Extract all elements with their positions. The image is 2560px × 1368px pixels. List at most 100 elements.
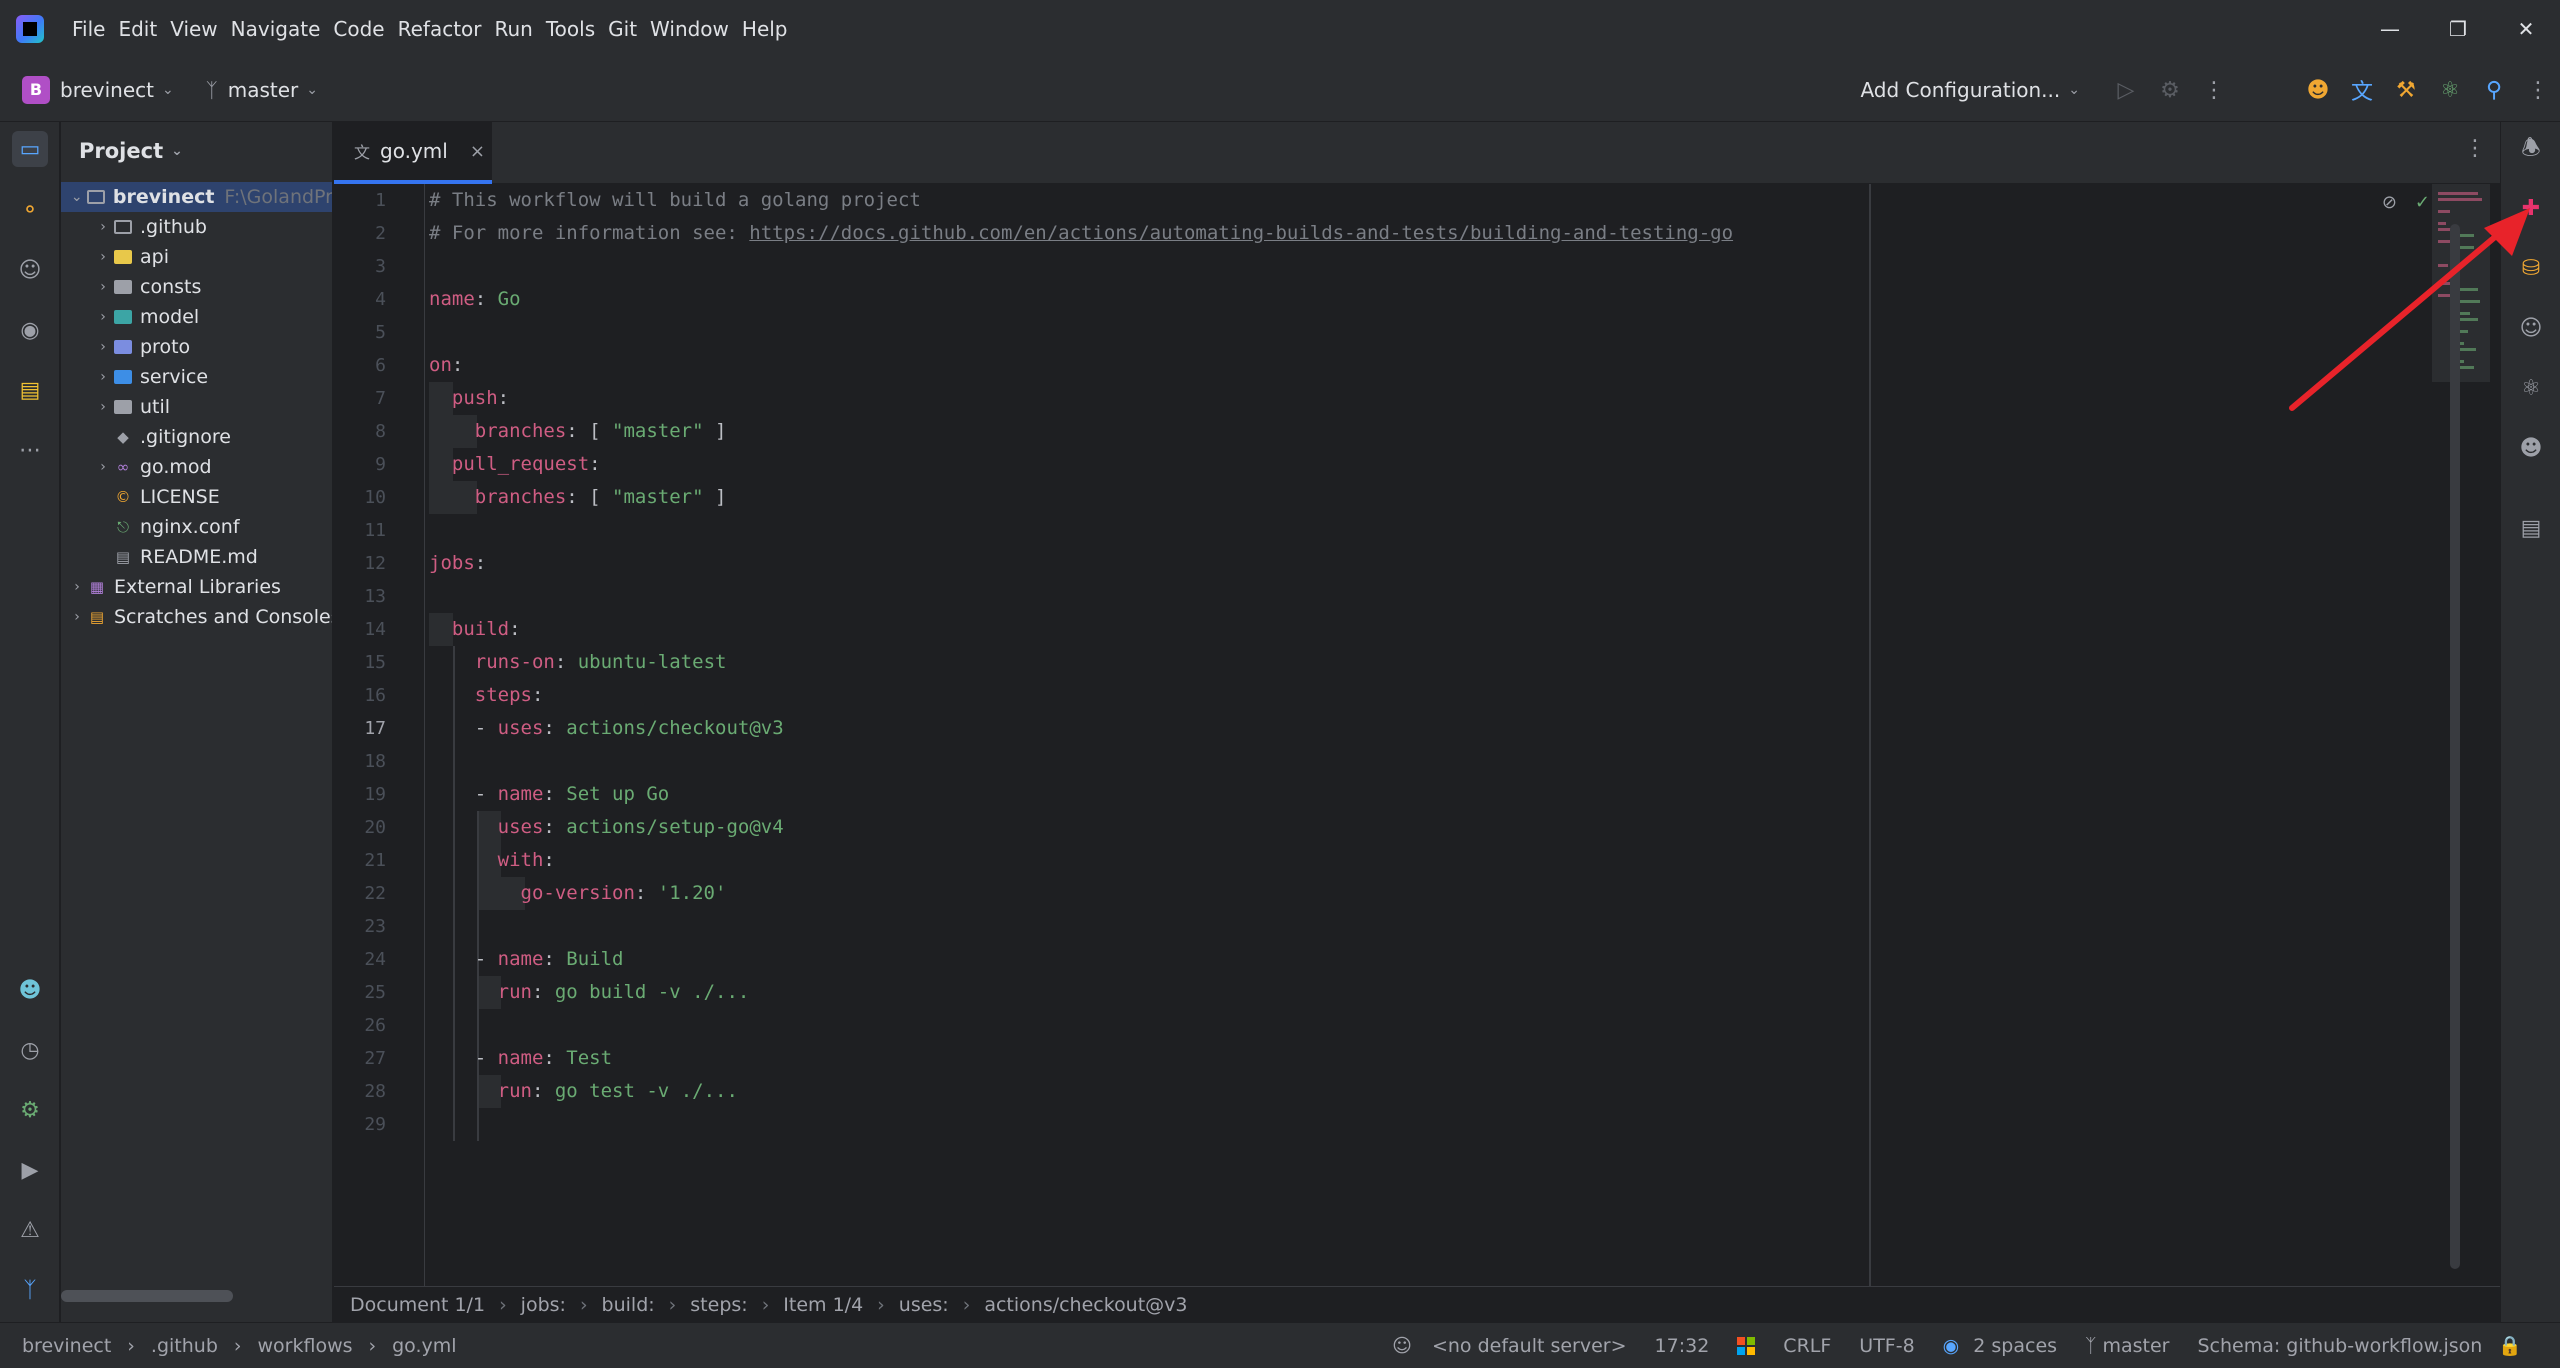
expand-arrow-icon[interactable]: › [93, 249, 113, 265]
copilot-icon[interactable]: ☻ [2513, 430, 2549, 466]
menu-file[interactable]: File [72, 17, 105, 41]
server-selector[interactable]: <no default server> [1432, 1335, 1627, 1357]
database-icon[interactable]: ⛁ [2513, 250, 2549, 286]
expand-arrow-icon[interactable]: › [93, 459, 113, 475]
external-libraries[interactable]: › ▦ External Libraries [61, 572, 281, 602]
file-encoding[interactable]: UTF-8 [1859, 1335, 1914, 1357]
run-icon[interactable]: ▷ [2104, 68, 2148, 112]
menu-window[interactable]: Window [650, 17, 729, 41]
line-number[interactable]: 1 [375, 190, 386, 211]
status-branch[interactable]: master [2102, 1335, 2169, 1357]
line-number[interactable]: 9 [375, 454, 386, 475]
code-line[interactable]: # This workflow will build a golang proj… [429, 184, 921, 217]
commit-icon[interactable]: ⚬ [12, 192, 48, 228]
code-line[interactable]: branches: [ "master" ] [429, 481, 727, 514]
settings-menu-icon[interactable]: ⋮ [2516, 68, 2560, 112]
menu-edit[interactable]: Edit [118, 17, 157, 41]
breadcrumb-item[interactable]: jobs: [521, 1294, 566, 1316]
line-number[interactable]: 7 [375, 388, 386, 409]
problems-icon[interactable]: ⚠ [12, 1212, 48, 1248]
inspection-widget[interactable]: ⊘ ✓ [2382, 192, 2430, 213]
code-link[interactable]: https://docs.github.com/en/actions/autom… [749, 222, 1733, 244]
code-line[interactable]: run: go build -v ./... [429, 976, 750, 1009]
line-number[interactable]: 11 [364, 520, 386, 541]
line-separator[interactable]: CRLF [1783, 1335, 1831, 1357]
indent-setting[interactable]: 2 spaces [1973, 1335, 2057, 1357]
line-number[interactable]: 15 [364, 652, 386, 673]
expand-arrow-icon[interactable]: › [67, 579, 87, 595]
tree-root[interactable]: ⌄ brevinect F:\GolandPr [61, 182, 332, 212]
menu-tools[interactable]: Tools [546, 17, 595, 41]
terminal-icon[interactable]: ▶ [12, 1152, 48, 1188]
tree-item[interactable]: › consts [61, 272, 201, 302]
tree-item[interactable]: › .github [61, 212, 207, 242]
copilot-status-icon[interactable]: ☺ [1392, 1335, 1412, 1357]
goland-logo[interactable] [16, 15, 44, 43]
breadcrumb-item[interactable]: Document 1/1 [350, 1294, 485, 1316]
menu-navigate[interactable]: Navigate [231, 17, 321, 41]
tree-item[interactable]: ▤ README.md [61, 542, 258, 572]
services-icon[interactable]: ⚙ [12, 1092, 48, 1128]
run-configuration-selector[interactable]: Add Configuration... [1860, 78, 2060, 102]
code-line[interactable]: - name: Test [429, 1042, 612, 1075]
collapse-arrow-icon[interactable]: ⌄ [67, 189, 86, 205]
line-number[interactable]: 22 [364, 883, 386, 904]
project-switcher[interactable]: brevinect [60, 78, 154, 102]
windows-logo-icon[interactable] [1737, 1336, 1756, 1355]
vertical-scrollbar[interactable] [2450, 224, 2460, 1269]
branch-switcher[interactable]: master [228, 78, 299, 102]
tree-item[interactable]: ⎋ nginx.conf [61, 512, 239, 542]
line-number[interactable]: 28 [364, 1081, 386, 1102]
minimize-button[interactable]: — [2356, 0, 2424, 58]
code-line[interactable]: on: [429, 349, 463, 382]
breadcrumb-item[interactable]: Item 1/4 [783, 1294, 863, 1316]
status-path-item[interactable]: .github [151, 1335, 218, 1357]
menu-code[interactable]: Code [333, 17, 384, 41]
line-number[interactable]: 5 [375, 322, 386, 343]
copilot-icon[interactable]: ☺ [12, 252, 48, 288]
expand-arrow-icon[interactable]: › [93, 399, 113, 415]
line-number[interactable]: 24 [364, 949, 386, 970]
close-window-button[interactable]: ✕ [2492, 0, 2560, 58]
line-number[interactable]: 13 [364, 586, 386, 607]
expand-arrow-icon[interactable]: › [67, 609, 87, 625]
code-line[interactable]: go-version: '1.20' [429, 877, 727, 910]
tools-icon[interactable]: ⚒ [2384, 68, 2428, 112]
tab-go-yml[interactable]: 文 go.yml × [334, 122, 492, 184]
code-line[interactable]: pull_request: [429, 448, 601, 481]
code-line[interactable]: push: [429, 382, 509, 415]
code-line[interactable]: name: Go [429, 283, 521, 316]
code-line[interactable]: # For more information see: https://docs… [429, 217, 1733, 250]
tree-item[interactable]: ◆ .gitignore [61, 422, 231, 452]
line-number[interactable]: 29 [364, 1114, 386, 1135]
breadcrumb-item[interactable]: steps: [690, 1294, 747, 1316]
breadcrumb-item[interactable]: actions/checkout@v3 [984, 1294, 1187, 1316]
line-number[interactable]: 3 [375, 256, 386, 277]
code-line[interactable]: steps: [429, 679, 544, 712]
code-line[interactable]: - name: Set up Go [429, 778, 670, 811]
code-line[interactable]: jobs: [429, 547, 486, 580]
expand-arrow-icon[interactable]: › [93, 369, 113, 385]
line-number[interactable]: 25 [364, 982, 386, 1003]
line-number[interactable]: 26 [364, 1015, 386, 1036]
code-with-me-icon[interactable]: ☻ [2296, 68, 2340, 112]
copilot-chat-icon[interactable]: ☺ [2513, 310, 2549, 346]
chevron-down-icon[interactable]: ⌄ [2068, 82, 2080, 98]
line-number[interactable]: 10 [364, 487, 386, 508]
tree-item[interactable]: › api [61, 242, 169, 272]
tree-item[interactable]: © LICENSE [61, 482, 220, 512]
expand-arrow-icon[interactable]: › [93, 219, 113, 235]
menu-refactor[interactable]: Refactor [398, 17, 482, 41]
line-number[interactable]: 6 [375, 355, 386, 376]
notifications-icon[interactable]: 🕭 [2513, 132, 2549, 168]
code-editor[interactable]: 1 2 3 4 5 6 7 8 9 10 11 12 13 14 15 16 17 18 19 20 21 22 23 24 2… [334, 184, 2500, 1286]
horizontal-scrollbar[interactable] [61, 1290, 233, 1302]
eye-icon[interactable]: ◉ [1943, 1335, 1960, 1357]
ai-assistant-icon[interactable]: ✚ [2513, 190, 2549, 226]
caret-position[interactable]: 17:32 [1655, 1335, 1710, 1357]
json-schema[interactable]: Schema: github-workflow.json [2197, 1335, 2482, 1357]
line-number[interactable]: 16 [364, 685, 386, 706]
status-path-item[interactable]: brevinect [22, 1335, 111, 1357]
line-number[interactable]: 14 [364, 619, 386, 640]
structure-icon[interactable]: ▤ [12, 372, 48, 408]
